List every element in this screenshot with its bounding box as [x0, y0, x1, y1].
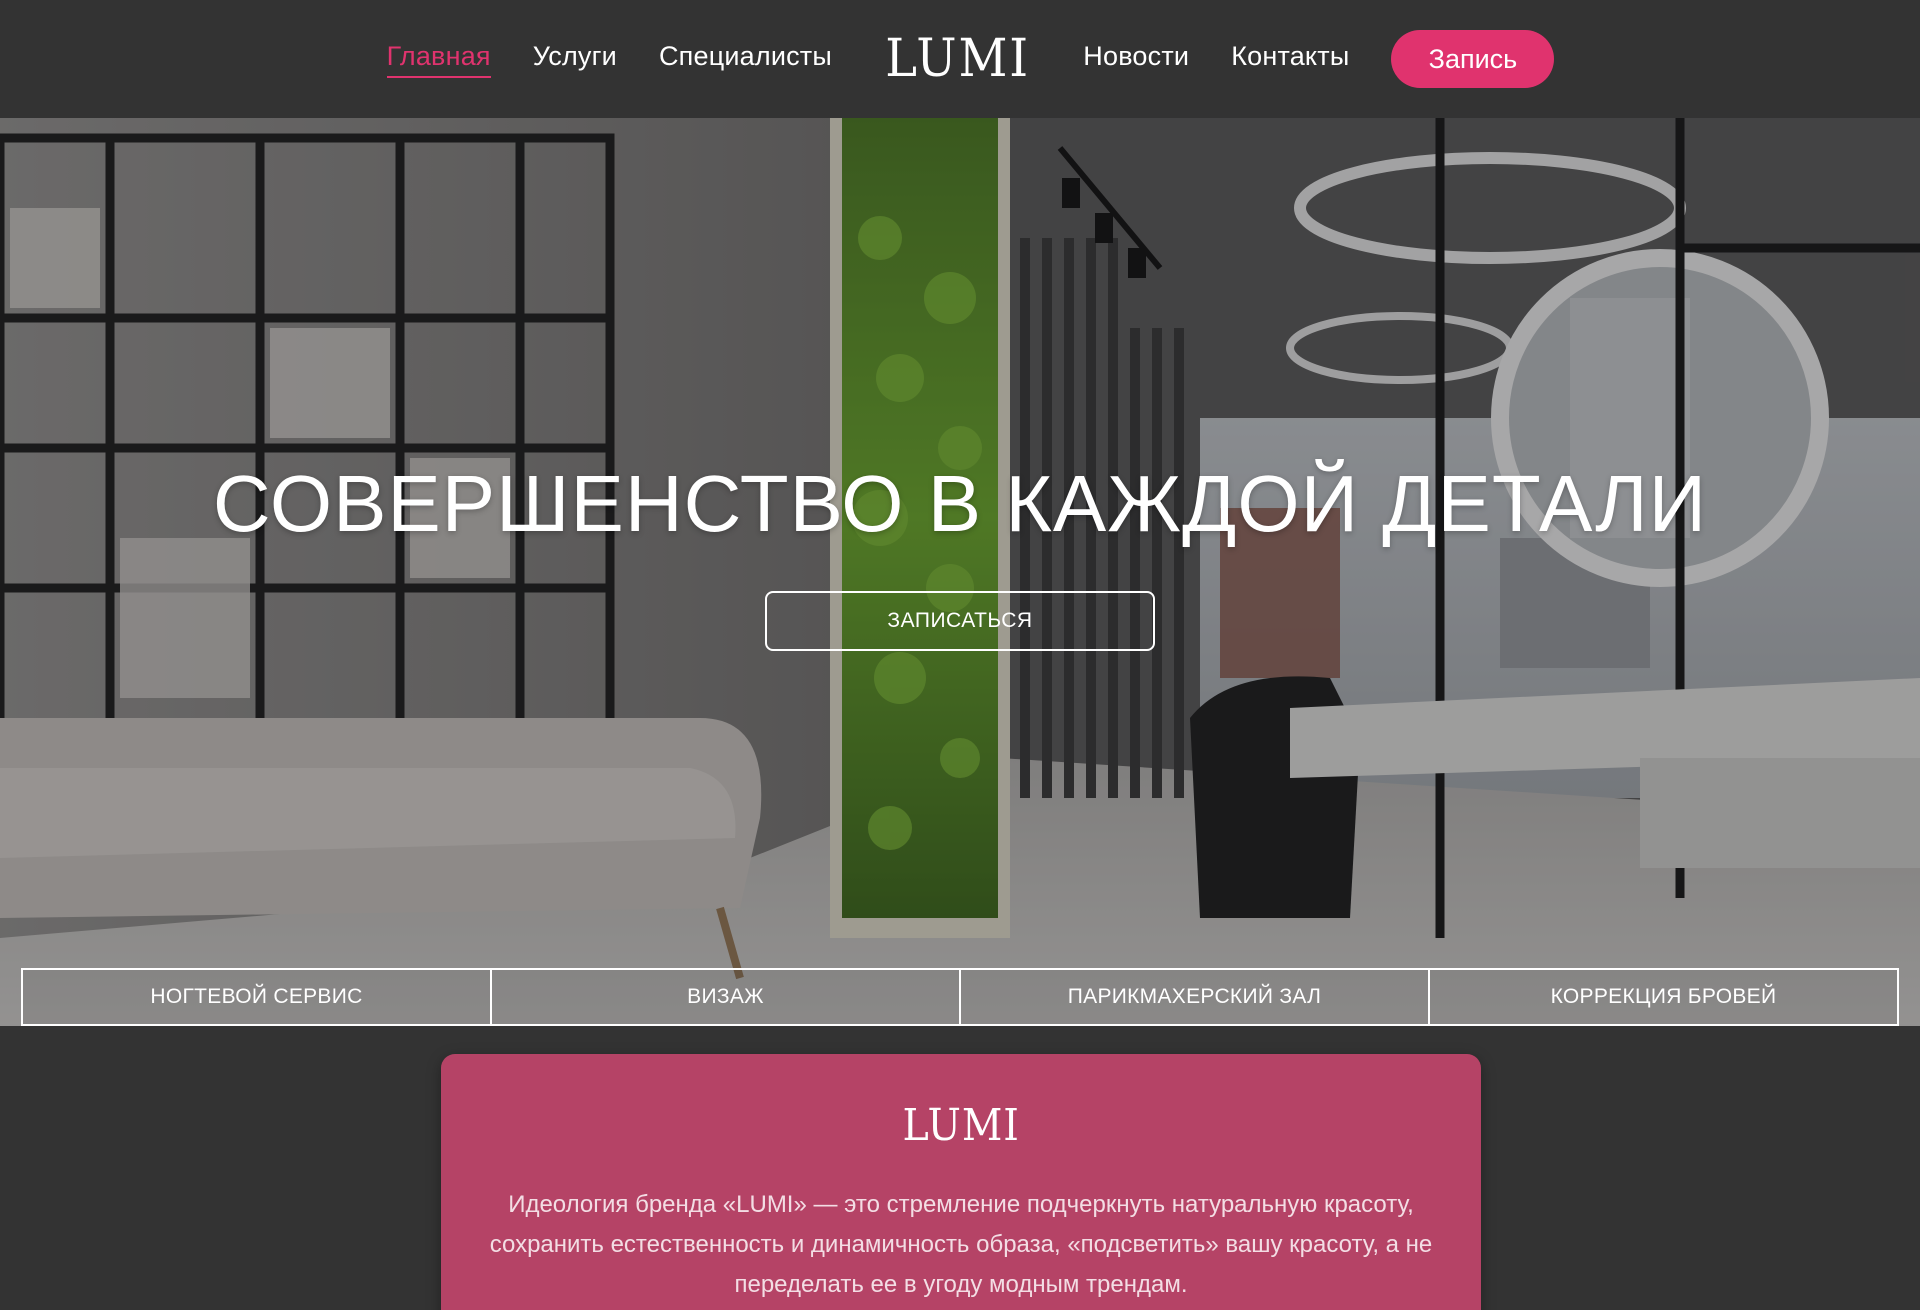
- hero-title: СОВЕРШЕНСТВО В КАЖДОЙ ДЕТАЛИ: [212, 459, 1708, 548]
- site-logo[interactable]: LUMI: [885, 33, 1030, 85]
- about-logo: LUMI: [902, 1100, 1020, 1151]
- nav-link-news[interactable]: Новости: [1083, 41, 1189, 78]
- nav-link-services[interactable]: Услуги: [533, 41, 617, 78]
- nav-link-specialists[interactable]: Специалисты: [659, 41, 832, 78]
- site-header: Главная Услуги Специалисты LUMI Новости …: [0, 0, 1920, 118]
- service-makeup[interactable]: ВИЗАЖ: [490, 968, 961, 1026]
- service-hair-salon[interactable]: ПАРИКМАХЕРСКИЙ ЗАЛ: [959, 968, 1430, 1026]
- about-text: Идеология бренда «LUMI» — это стремление…: [489, 1191, 1433, 1298]
- hero-section: СОВЕРШЕНСТВО В КАЖДОЙ ДЕТАЛИ ЗАПИСАТЬСЯ …: [0, 118, 1920, 1026]
- service-brow-correction[interactable]: КОРРЕКЦИЯ БРОВЕЙ: [1428, 968, 1899, 1026]
- nav-link-home[interactable]: Главная: [386, 41, 491, 78]
- hero-overlay: [0, 118, 1920, 1026]
- signup-button[interactable]: ЗАПИСАТЬСЯ: [765, 591, 1155, 651]
- booking-button[interactable]: Запись: [1391, 30, 1555, 88]
- nav-right: Новости Контакты: [1062, 41, 1370, 78]
- nav-link-contacts[interactable]: Контакты: [1231, 41, 1349, 78]
- services-bar: НОГТЕВОЙ СЕРВИС ВИЗАЖ ПАРИКМАХЕРСКИЙ ЗАЛ…: [21, 968, 1899, 1026]
- service-nails[interactable]: НОГТЕВОЙ СЕРВИС: [21, 968, 492, 1026]
- about-card: LUMI Идеология бренда «LUMI» — это стрем…: [441, 1054, 1481, 1310]
- nav-left: Главная Услуги Специалисты: [366, 41, 853, 78]
